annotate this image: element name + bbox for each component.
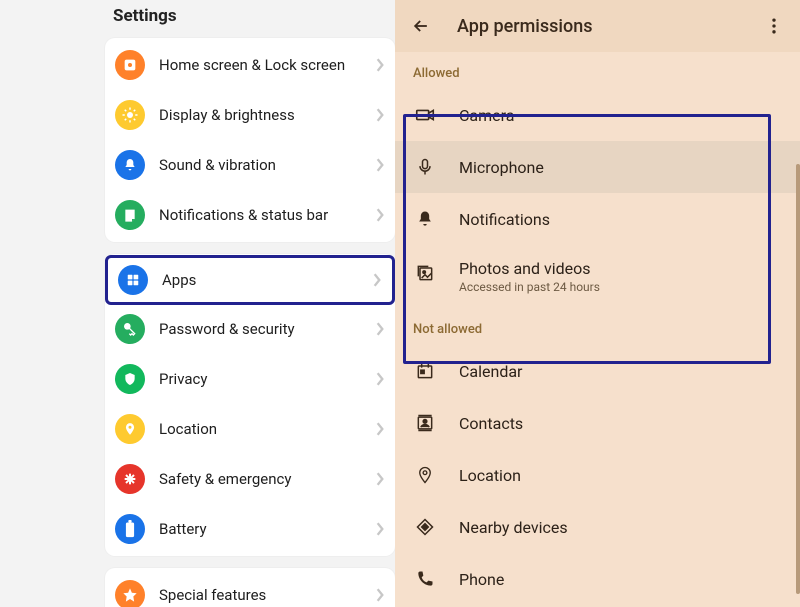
chevron-right-icon bbox=[375, 422, 385, 436]
sidebar-item-label: Display & brightness bbox=[159, 106, 295, 124]
sidebar-item-password[interactable]: Password & security bbox=[105, 304, 395, 354]
chevron-right-icon bbox=[375, 472, 385, 486]
bell-icon bbox=[115, 150, 145, 180]
chevron-right-icon bbox=[375, 588, 385, 602]
sidebar-item-apps[interactable]: Apps bbox=[105, 255, 395, 305]
perm-location[interactable]: Location bbox=[395, 449, 800, 501]
allowed-header: Allowed bbox=[395, 52, 800, 89]
settings-group-3: Special features bbox=[105, 568, 395, 607]
perm-label: Camera bbox=[459, 106, 514, 125]
sidebar-item-label: Privacy bbox=[159, 370, 207, 388]
home-lock-icon bbox=[115, 50, 145, 80]
chevron-right-icon bbox=[375, 208, 385, 222]
photos-icon bbox=[413, 261, 437, 285]
chevron-right-icon bbox=[375, 108, 385, 122]
sidebar-item-label: Battery bbox=[159, 520, 207, 538]
permissions-pane: App permissions Allowed Camera Microphon… bbox=[395, 0, 800, 607]
perm-phone[interactable]: Phone bbox=[395, 553, 800, 605]
phone-icon bbox=[413, 567, 437, 591]
sidebar-item-location[interactable]: Location bbox=[105, 404, 395, 454]
star-icon bbox=[115, 580, 145, 607]
page-title: App permissions bbox=[457, 16, 593, 37]
sidebar-item-special[interactable]: Special features bbox=[105, 570, 395, 607]
apps-icon bbox=[118, 265, 148, 295]
shield-icon bbox=[115, 364, 145, 394]
perm-nearby[interactable]: Nearby devices bbox=[395, 501, 800, 553]
chevron-right-icon bbox=[375, 372, 385, 386]
settings-pane: Settings Home screen & Lock screen Displ… bbox=[0, 0, 395, 607]
sidebar-item-privacy[interactable]: Privacy bbox=[105, 354, 395, 404]
sidebar-item-battery[interactable]: Battery bbox=[105, 504, 395, 554]
sidebar-item-display[interactable]: Display & brightness bbox=[105, 90, 395, 140]
note-icon bbox=[115, 200, 145, 230]
camera-icon bbox=[413, 103, 437, 127]
perm-label: Contacts bbox=[459, 414, 523, 433]
sidebar-item-sound[interactable]: Sound & vibration bbox=[105, 140, 395, 190]
settings-group-1: Home screen & Lock screen Display & brig… bbox=[105, 38, 395, 242]
sidebar-item-label: Password & security bbox=[159, 320, 295, 338]
perm-photos[interactable]: Photos and videos Accessed in past 24 ho… bbox=[395, 245, 800, 308]
sidebar-item-label: Notifications & status bar bbox=[159, 206, 328, 224]
sidebar-item-label: Apps bbox=[162, 271, 196, 289]
permissions-list: Allowed Camera Microphone Notifications … bbox=[395, 52, 800, 607]
brightness-icon bbox=[115, 100, 145, 130]
not-allowed-header: Not allowed bbox=[395, 308, 800, 345]
perm-label: Nearby devices bbox=[459, 518, 568, 537]
sidebar-item-label: Location bbox=[159, 420, 217, 438]
perm-label: Photos and videos bbox=[459, 259, 600, 278]
mic-icon bbox=[413, 155, 437, 179]
pin-outline-icon bbox=[413, 463, 437, 487]
chevron-right-icon bbox=[375, 322, 385, 336]
settings-group-2: Apps Password & security Privacy bbox=[105, 254, 395, 556]
chevron-right-icon bbox=[375, 158, 385, 172]
settings-header: Settings bbox=[105, 0, 395, 38]
bell-fill-icon bbox=[413, 207, 437, 231]
perm-label: Microphone bbox=[459, 158, 544, 177]
pin-icon bbox=[115, 414, 145, 444]
perm-notifications[interactable]: Notifications bbox=[395, 193, 800, 245]
chevron-right-icon bbox=[372, 273, 382, 287]
scrollbar[interactable] bbox=[796, 164, 800, 594]
sidebar-item-label: Special features bbox=[159, 586, 266, 604]
perm-label: Location bbox=[459, 466, 521, 485]
sidebar-item-label: Sound & vibration bbox=[159, 156, 276, 174]
perm-label: Calendar bbox=[459, 362, 522, 381]
perm-contacts[interactable]: Contacts bbox=[395, 397, 800, 449]
calendar-icon bbox=[413, 359, 437, 383]
asterisk-icon bbox=[115, 464, 145, 494]
chevron-right-icon bbox=[375, 522, 385, 536]
perm-microphone[interactable]: Microphone bbox=[395, 141, 800, 193]
diamond-icon bbox=[413, 515, 437, 539]
toolbar: App permissions bbox=[395, 0, 800, 52]
more-button[interactable] bbox=[762, 14, 786, 38]
contacts-icon bbox=[413, 411, 437, 435]
chevron-right-icon bbox=[375, 58, 385, 72]
sidebar-item-label: Home screen & Lock screen bbox=[159, 56, 345, 74]
battery-icon bbox=[115, 514, 145, 544]
perm-label: Phone bbox=[459, 570, 504, 589]
perm-sublabel: Accessed in past 24 hours bbox=[459, 280, 600, 294]
sidebar-item-safety[interactable]: Safety & emergency bbox=[105, 454, 395, 504]
sidebar-item-home-lock[interactable]: Home screen & Lock screen bbox=[105, 40, 395, 90]
sidebar-item-notifications[interactable]: Notifications & status bar bbox=[105, 190, 395, 240]
perm-label: Notifications bbox=[459, 210, 550, 229]
sidebar-item-label: Safety & emergency bbox=[159, 470, 291, 488]
perm-calendar[interactable]: Calendar bbox=[395, 345, 800, 397]
key-icon bbox=[115, 314, 145, 344]
perm-camera[interactable]: Camera bbox=[395, 89, 800, 141]
back-button[interactable] bbox=[409, 14, 433, 38]
